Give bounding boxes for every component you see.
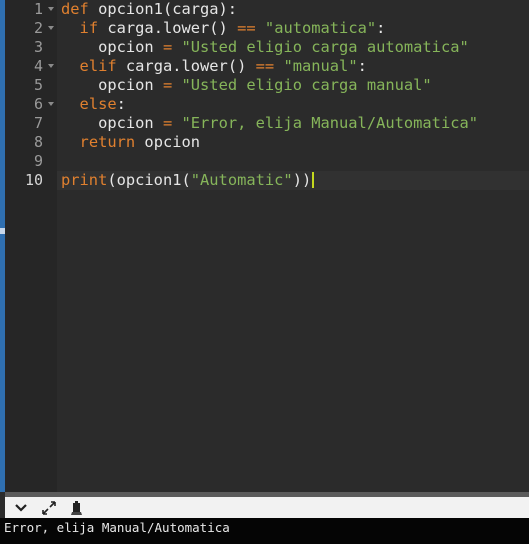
line-number-label: 6 (33, 95, 43, 113)
code-token: opcion (61, 38, 163, 56)
line-number-gutter: 1 2 3 4 5 6 7 8 9 10 (5, 0, 57, 492)
code-token: if (79, 19, 99, 37)
clear-console-icon[interactable] (65, 497, 89, 518)
line-number-label: 8 (33, 133, 43, 151)
line-number: 7 (5, 114, 57, 133)
code-token: )) (292, 171, 312, 189)
code-token: : (357, 57, 367, 75)
line-number: 6 (5, 95, 57, 114)
code-line[interactable]: opcion = "Error, elija Manual/Automatica… (57, 114, 529, 133)
code-token: "manual" (283, 57, 358, 75)
line-number-label: 1 (33, 0, 43, 18)
line-number: 2 (5, 19, 57, 38)
code-token: else (79, 95, 117, 113)
code-token: opcion (61, 76, 163, 94)
fold-toggle-icon[interactable] (48, 7, 54, 11)
code-token: opcion (61, 114, 163, 132)
console-output: Error, elija Manual/Automatica (0, 518, 529, 544)
code-token: def (61, 0, 89, 18)
code-token: : (376, 19, 386, 37)
code-token: opcion (135, 133, 201, 151)
code-token: opcion1(carga): (88, 0, 238, 18)
code-line[interactable]: opcion = "Usted eligio carga manual" (57, 76, 529, 95)
line-number: 8 (5, 133, 57, 152)
console-toolbar (5, 497, 529, 518)
code-token: elif (79, 57, 117, 75)
code-token: == (255, 57, 275, 75)
code-token: print (61, 171, 108, 189)
code-token: : (116, 95, 126, 113)
line-number: 3 (5, 38, 57, 57)
code-line[interactable]: def opcion1(carga): (57, 0, 529, 19)
line-number-label: 7 (33, 114, 43, 132)
line-number: 10 (5, 171, 57, 190)
chevron-down-icon[interactable] (9, 497, 33, 518)
line-number-label: 9 (33, 152, 43, 170)
code-token: carga.lower() (98, 19, 238, 37)
code-token: "automatica" (264, 19, 377, 37)
code-line[interactable]: elif carga.lower() == "manual": (57, 57, 529, 76)
expand-icon[interactable] (37, 497, 61, 518)
line-number: 5 (5, 76, 57, 95)
code-token: "Usted eligio carga automatica" (181, 38, 469, 56)
code-token: "Error, elija Manual/Automatica" (181, 114, 479, 132)
code-token: = (162, 114, 173, 132)
line-number-label: 2 (33, 19, 43, 37)
text-cursor (312, 172, 315, 188)
code-token: = (162, 76, 173, 94)
code-line[interactable]: opcion = "Usted eligio carga automatica" (57, 38, 529, 57)
line-number: 9 (5, 152, 57, 171)
code-token: == (237, 19, 256, 37)
line-number-label: 5 (33, 76, 43, 94)
code-token: return (79, 133, 136, 151)
code-line[interactable] (57, 152, 529, 171)
line-number-label: 3 (33, 38, 43, 56)
fold-toggle-icon[interactable] (48, 26, 54, 30)
code-line[interactable]: return opcion (57, 133, 529, 152)
code-token: = (162, 38, 173, 56)
code-line[interactable]: else: (57, 95, 529, 114)
fold-toggle-icon[interactable] (48, 102, 54, 106)
code-token: "Automatic" (190, 171, 293, 189)
fold-toggle-icon[interactable] (48, 64, 54, 68)
line-number-label: 10 (24, 171, 43, 189)
code-editor[interactable]: def opcion1(carga): if carga.lower() == … (57, 0, 529, 492)
code-token: "Usted eligio carga manual" (181, 76, 432, 94)
code-line[interactable]: if carga.lower() == "automatica": (57, 19, 529, 38)
code-token: carga.lower() (116, 57, 256, 75)
line-number: 4 (5, 57, 57, 76)
line-number: 1 (5, 0, 57, 19)
line-number-label: 4 (33, 57, 43, 75)
code-token: (opcion1( (107, 171, 191, 189)
code-line[interactable]: print(opcion1("Automatic")) (57, 171, 529, 190)
